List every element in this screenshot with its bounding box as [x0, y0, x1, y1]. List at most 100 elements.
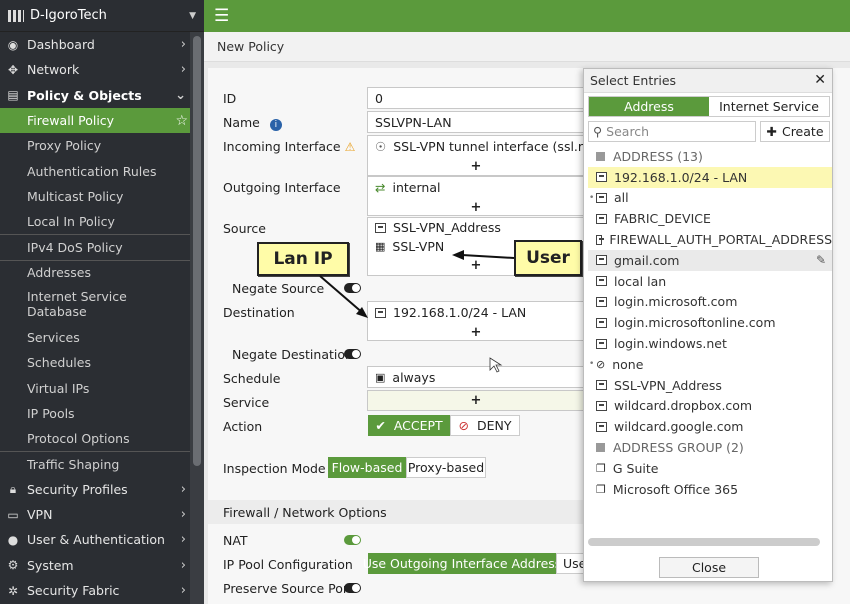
list-item[interactable]: local lan	[588, 271, 832, 292]
lan-ip-callout: Lan IP	[257, 242, 349, 276]
close-icon[interactable]: ✕	[814, 72, 826, 88]
info-icon[interactable]: i	[269, 119, 282, 131]
sidebar-item-user-authentication[interactable]: ● User & Authentication ›	[0, 527, 204, 552]
list-item[interactable]: ❐ G Suite	[588, 458, 832, 479]
tab-internet-service[interactable]: Internet Service	[709, 97, 829, 116]
proxy-based-button[interactable]: Proxy-based	[406, 457, 486, 478]
add-service-button[interactable]: +	[368, 391, 584, 411]
sidebar-item-schedules[interactable]: Schedules	[0, 350, 204, 375]
list-item[interactable]: SSL-VPN_Address	[588, 375, 832, 396]
address-icon	[596, 276, 607, 287]
hamburger-menu-icon[interactable]: ☰	[214, 6, 229, 26]
caret-down-icon[interactable]: ▼	[189, 11, 196, 21]
sidebar-item-system[interactable]: ⚙ System ›	[0, 553, 204, 578]
warning-icon: ⚠	[344, 140, 356, 154]
source-entry[interactable]: SSL-VPN_Address	[368, 218, 584, 237]
sidebar-item-network[interactable]: ✥ Network ›	[0, 57, 204, 82]
section-title: Firewall / Network Options	[223, 505, 387, 520]
list-item[interactable]: wildcard.google.com	[588, 416, 832, 437]
sidebar: D-IgoroTech ▼ ◉ Dashboard › ✥ Network › ▤ Pol…	[0, 0, 204, 604]
list-item[interactable]: gmail.com ✎	[588, 249, 832, 271]
entry-label: login.microsoftonline.com	[614, 315, 776, 331]
add-outgoing-button[interactable]: +	[368, 198, 584, 218]
destination-entry[interactable]: 192.168.1.0/24 - LAN	[368, 302, 584, 323]
name-field[interactable]: SSLVPN-LAN	[367, 111, 585, 133]
edit-icon[interactable]: ✎	[816, 253, 826, 267]
star-icon[interactable]: ☆	[175, 113, 188, 129]
sidebar-item-internet-service-database[interactable]: Internet Service Database	[0, 285, 204, 325]
add-incoming-button[interactable]: +	[368, 157, 584, 177]
add-destination-button[interactable]: +	[368, 323, 584, 343]
sidebar-item-services[interactable]: Services	[0, 325, 204, 350]
id-field[interactable]: 0	[367, 87, 585, 109]
incoming-label-text: Incoming Interface	[223, 139, 341, 154]
list-item[interactable]: FIREWALL_AUTH_PORTAL_ADDRESS	[588, 229, 832, 250]
list-item[interactable]: ❐ Microsoft Office 365	[588, 479, 832, 500]
list-item[interactable]: 192.168.1.0/24 - LAN	[588, 166, 832, 188]
scrollbar-thumb[interactable]	[193, 36, 201, 466]
outgoing-entry[interactable]: ⇄ internal	[368, 177, 584, 198]
create-button[interactable]: ✚ Create	[760, 121, 830, 142]
list-item[interactable]: FABRIC_DEVICE	[588, 208, 832, 229]
service-field[interactable]: +	[367, 390, 585, 411]
address-icon	[596, 317, 607, 328]
list-item[interactable]: • all	[588, 188, 832, 209]
address-group-icon: ❐	[596, 482, 606, 496]
sidebar-item-policy-objects[interactable]: ▤ Policy & Objects ⌄	[0, 83, 204, 108]
chevron-right-icon: ›	[180, 62, 186, 78]
incoming-interface-field[interactable]: ☉ SSL-VPN tunnel interface (ssl.roo +	[367, 135, 585, 176]
sidebar-item-ip-pools[interactable]: IP Pools	[0, 401, 204, 426]
brand-header[interactable]: D-IgoroTech ▼	[0, 0, 204, 32]
sidebar-item-label: Virtual IPs	[27, 380, 90, 396]
sidebar-item-security-profiles[interactable]: 🔒︎ Security Profiles ›	[0, 477, 204, 502]
accept-button[interactable]: ✔ ACCEPT	[368, 415, 450, 436]
sidebar-item-security-fabric[interactable]: ✲ Security Fabric ›	[0, 578, 204, 603]
entry-label: 192.168.1.0/24 - LAN	[614, 169, 748, 185]
list-item[interactable]: wildcard.dropbox.com	[588, 396, 832, 417]
sidebar-item-label: VPN	[27, 507, 53, 523]
sidebar-item-proxy-policy[interactable]: Proxy Policy	[0, 133, 204, 158]
sidebar-scrollbar[interactable]	[190, 32, 204, 604]
sidebar-item-dashboard[interactable]: ◉ Dashboard ›	[0, 32, 204, 57]
schedule-value: always	[392, 370, 436, 385]
close-button[interactable]: Close	[659, 557, 759, 578]
negate-destination-toggle[interactable]	[344, 349, 361, 359]
list-item[interactable]: login.windows.net	[588, 333, 832, 354]
sidebar-item-virtual-ips[interactable]: Virtual IPs	[0, 376, 204, 401]
outgoing-interface-field[interactable]: ⇄ internal +	[367, 176, 585, 216]
destination-field[interactable]: 192.168.1.0/24 - LAN +	[367, 301, 585, 341]
chevron-right-icon: ›	[180, 557, 186, 573]
preserve-source-port-toggle[interactable]	[344, 583, 361, 593]
use-dynamic-pool-button[interactable]: Use	[556, 553, 584, 574]
nat-toggle[interactable]	[344, 535, 361, 545]
group-header-address[interactable]: ADDRESS (13)	[588, 146, 832, 167]
horizontal-scrollbar[interactable]	[588, 538, 820, 546]
sidebar-item-authentication-rules[interactable]: Authentication Rules	[0, 158, 204, 183]
schedule-entry: ▣ always	[368, 367, 584, 388]
sidebar-item-label: Internet Service Database	[27, 288, 127, 319]
sidebar-item-local-in-policy[interactable]: Local In Policy	[0, 209, 204, 234]
deny-icon: ⊘	[458, 418, 469, 433]
list-item[interactable]: login.microsoftonline.com	[588, 312, 832, 333]
sidebar-item-vpn[interactable]: ▭ VPN ›	[0, 502, 204, 527]
search-input[interactable]: ⚲ Search	[588, 121, 756, 142]
tab-address[interactable]: Address	[589, 97, 709, 116]
use-outgoing-interface-button[interactable]: Use Outgoing Interface Address	[363, 553, 561, 574]
incoming-entry[interactable]: ☉ SSL-VPN tunnel interface (ssl.roo	[368, 136, 584, 157]
schedule-select[interactable]: ▣ always	[367, 366, 585, 388]
negate-source-toggle[interactable]	[344, 283, 361, 293]
ip-pool-label: IP Pool Configuration	[223, 557, 353, 572]
sidebar-item-traffic-shaping[interactable]: Traffic Shaping	[0, 451, 204, 476]
user-group-icon: ▦	[375, 240, 386, 253]
list-item[interactable]: login.microsoft.com	[588, 292, 832, 313]
list-item[interactable]: • ⊘ none	[588, 354, 832, 375]
sidebar-item-protocol-options[interactable]: Protocol Options	[0, 426, 204, 451]
sidebar-item-multicast-policy[interactable]: Multicast Policy	[0, 184, 204, 209]
sidebar-item-addresses[interactable]: Addresses	[0, 259, 204, 285]
flow-based-button[interactable]: Flow-based	[328, 457, 406, 478]
sidebar-item-firewall-policy[interactable]: Firewall Policy ☆	[0, 107, 204, 134]
deny-button[interactable]: ⊘ DENY	[450, 415, 520, 436]
preserve-source-port-label: Preserve Source Port	[223, 581, 353, 596]
sidebar-item-ipv4-dos-policy[interactable]: IPv4 DoS Policy	[0, 234, 204, 259]
group-header-address-group[interactable]: ADDRESS GROUP (2)	[588, 437, 832, 458]
